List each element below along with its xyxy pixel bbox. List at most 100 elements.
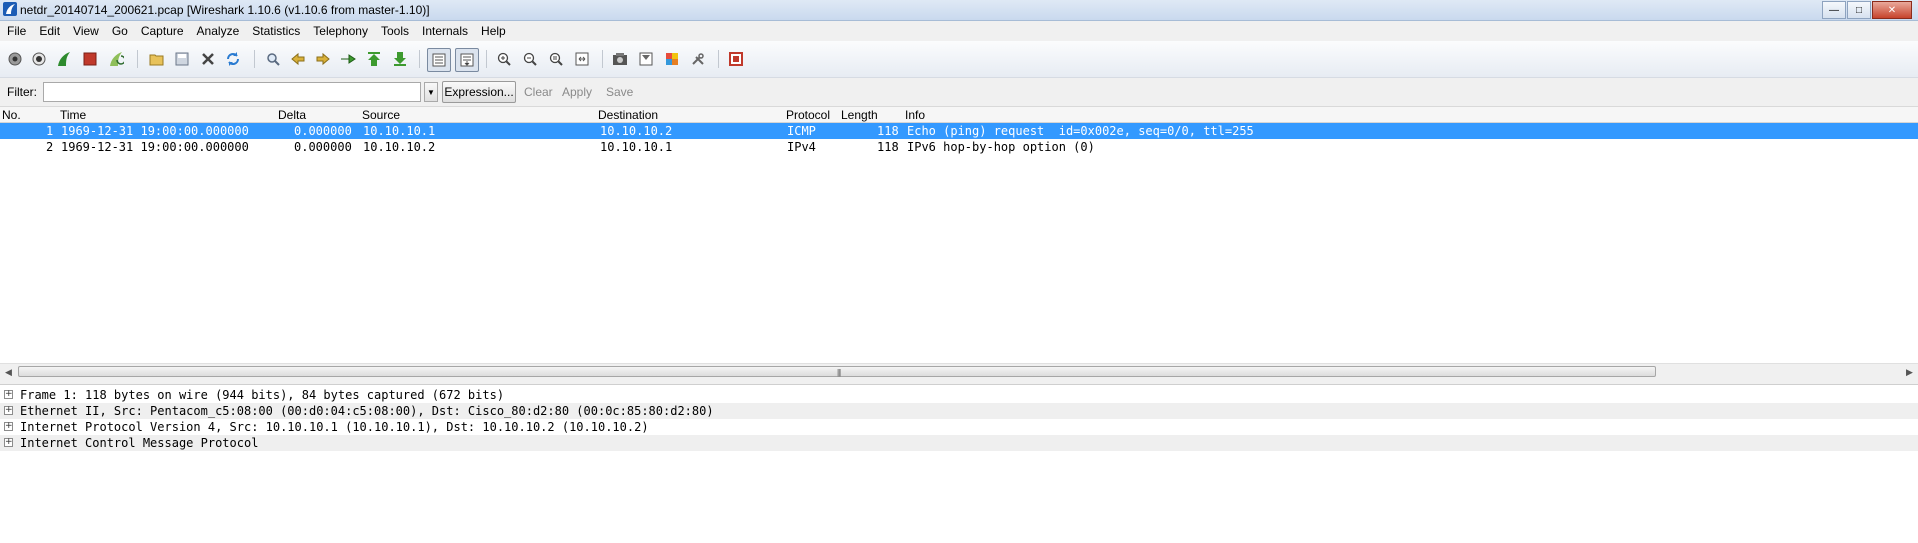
auto-scroll-icon — [460, 53, 474, 67]
packet-row[interactable]: 2 1969-12-31 19:00:00.000000 0.000000 10… — [0, 139, 1918, 155]
menu-statistics[interactable]: Statistics — [245, 24, 306, 38]
expand-plus-icon[interactable]: + — [4, 438, 13, 447]
detail-tree-item-ipv4[interactable]: + Internet Protocol Version 4, Src: 10.1… — [0, 419, 1918, 435]
save-file-icon — [175, 52, 189, 66]
save-filter-button[interactable]: Save — [606, 85, 633, 99]
detail-tree-item-frame[interactable]: + Frame 1: 118 bytes on wire (944 bits),… — [0, 387, 1918, 403]
stop-capture-button[interactable] — [80, 49, 100, 69]
menu-view[interactable]: View — [66, 24, 105, 38]
toolbar-separator — [137, 50, 138, 68]
resize-columns-icon — [575, 52, 589, 66]
close-file-icon — [202, 53, 214, 65]
preferences-button[interactable] — [688, 49, 708, 69]
grip-icon: ||| — [837, 368, 841, 377]
cell-length: 118 — [877, 140, 899, 154]
restart-capture-button[interactable] — [106, 49, 126, 69]
go-first-packet-button[interactable] — [364, 49, 384, 69]
menu-internals[interactable]: Internals — [415, 24, 474, 38]
zoom-in-button[interactable] — [494, 49, 514, 69]
capture-filters-button[interactable] — [610, 49, 630, 69]
column-header-info[interactable]: Info — [905, 108, 925, 122]
column-header-time[interactable]: Time — [60, 108, 86, 122]
toolbar-separator — [254, 50, 255, 68]
menu-tools[interactable]: Tools — [374, 24, 415, 38]
zoom-normal-icon — [549, 52, 563, 66]
packet-list-horizontal-scrollbar[interactable]: ◀ ||| ▶ — [0, 363, 1918, 380]
menu-file[interactable]: File — [0, 24, 32, 38]
toolbar-separator — [486, 50, 487, 68]
auto-scroll-button[interactable] — [455, 48, 479, 72]
reload-file-button[interactable] — [223, 49, 243, 69]
expand-plus-icon[interactable]: + — [4, 390, 13, 399]
cell-no: 2 — [46, 140, 54, 154]
menu-analyze[interactable]: Analyze — [190, 24, 246, 38]
detail-tree-item-ethernet[interactable]: + Ethernet II, Src: Pentacom_c5:08:00 (0… — [0, 403, 1918, 419]
cell-time: 1969-12-31 19:00:00.000000 — [61, 140, 249, 154]
packet-details-pane: + Frame 1: 118 bytes on wire (944 bits),… — [0, 385, 1918, 543]
column-header-no[interactable]: No. — [2, 108, 21, 122]
minimize-button[interactable]: — — [1822, 1, 1846, 19]
colorize-packet-list-button[interactable] — [427, 48, 451, 72]
close-window-button[interactable]: ✕ — [1872, 1, 1912, 19]
start-capture-button[interactable] — [54, 49, 74, 69]
clear-filter-button[interactable]: Clear — [524, 85, 553, 99]
column-header-destination[interactable]: Destination — [598, 108, 658, 122]
column-header-source[interactable]: Source — [362, 108, 400, 122]
go-last-packet-button[interactable] — [390, 49, 410, 69]
go-back-button[interactable] — [288, 49, 308, 69]
column-header-protocol[interactable]: Protocol — [786, 108, 830, 122]
expand-plus-icon[interactable]: + — [4, 422, 13, 431]
normal-size-button[interactable] — [546, 49, 566, 69]
capture-options-icon — [32, 52, 46, 66]
title-bar: netdr_20140714_200621.pcap [Wireshark 1.… — [0, 0, 1918, 21]
column-header-length[interactable]: Length — [841, 108, 878, 122]
go-to-packet-icon — [341, 54, 356, 64]
menu-go[interactable]: Go — [105, 24, 134, 38]
interfaces-button[interactable] — [5, 49, 25, 69]
scrollbar-thumb[interactable]: ||| — [18, 366, 1656, 377]
coloring-rules-icon — [666, 53, 678, 65]
go-forward-button[interactable] — [313, 49, 333, 69]
cell-source: 10.10.10.1 — [363, 124, 436, 138]
menu-edit[interactable]: Edit — [32, 24, 66, 38]
go-to-packet-button[interactable] — [338, 49, 358, 69]
scroll-right-icon[interactable]: ▶ — [1906, 367, 1913, 378]
save-file-button[interactable] — [172, 49, 192, 69]
filter-history-dropdown[interactable]: ▼ — [424, 82, 438, 102]
cell-destination: 10.10.10.1 — [600, 140, 673, 154]
coloring-rules-button[interactable] — [662, 49, 682, 69]
zoom-out-button[interactable] — [520, 49, 540, 69]
resize-columns-button[interactable] — [572, 49, 592, 69]
reload-icon — [227, 52, 239, 66]
open-file-button[interactable] — [147, 49, 167, 69]
shark-fin-start-icon — [58, 52, 70, 66]
display-filter-input[interactable] — [43, 82, 421, 102]
menu-telephony[interactable]: Telephony — [306, 24, 374, 38]
close-icon: ✕ — [1887, 4, 1897, 16]
toolbar-separator — [602, 50, 603, 68]
chevron-down-icon: ▼ — [427, 87, 435, 97]
help-button[interactable] — [726, 49, 746, 69]
display-filters-button[interactable] — [636, 49, 656, 69]
window-controls: — □ ✕ — [1821, 1, 1912, 19]
detail-item-label: Internet Control Message Protocol — [20, 436, 259, 450]
packet-row[interactable]: 1 1969-12-31 19:00:00.000000 0.000000 10… — [0, 123, 1918, 139]
apply-filter-button[interactable]: Apply — [562, 85, 592, 99]
detail-tree-item-icmp[interactable]: + Internet Control Message Protocol — [0, 435, 1918, 451]
display-filter-icon — [639, 52, 653, 66]
detail-item-label: Frame 1: 118 bytes on wire (944 bits), 8… — [20, 388, 505, 402]
menu-capture[interactable]: Capture — [134, 24, 190, 38]
menu-help[interactable]: Help — [474, 24, 512, 38]
arrow-down-bottom-icon — [394, 52, 406, 66]
find-packet-button[interactable] — [263, 49, 283, 69]
packet-list-header: No. Time Delta Source Destination Protoc… — [0, 107, 1918, 123]
scroll-left-icon[interactable]: ◀ — [5, 367, 12, 378]
capture-filter-icon — [613, 53, 627, 65]
column-header-delta[interactable]: Delta — [278, 108, 306, 122]
maximize-button[interactable]: □ — [1847, 1, 1871, 19]
expand-plus-icon[interactable]: + — [4, 406, 13, 415]
expression-button[interactable]: Expression... — [442, 81, 516, 103]
close-file-button[interactable] — [198, 49, 218, 69]
zoom-in-icon — [497, 52, 511, 66]
capture-options-button[interactable] — [29, 49, 49, 69]
